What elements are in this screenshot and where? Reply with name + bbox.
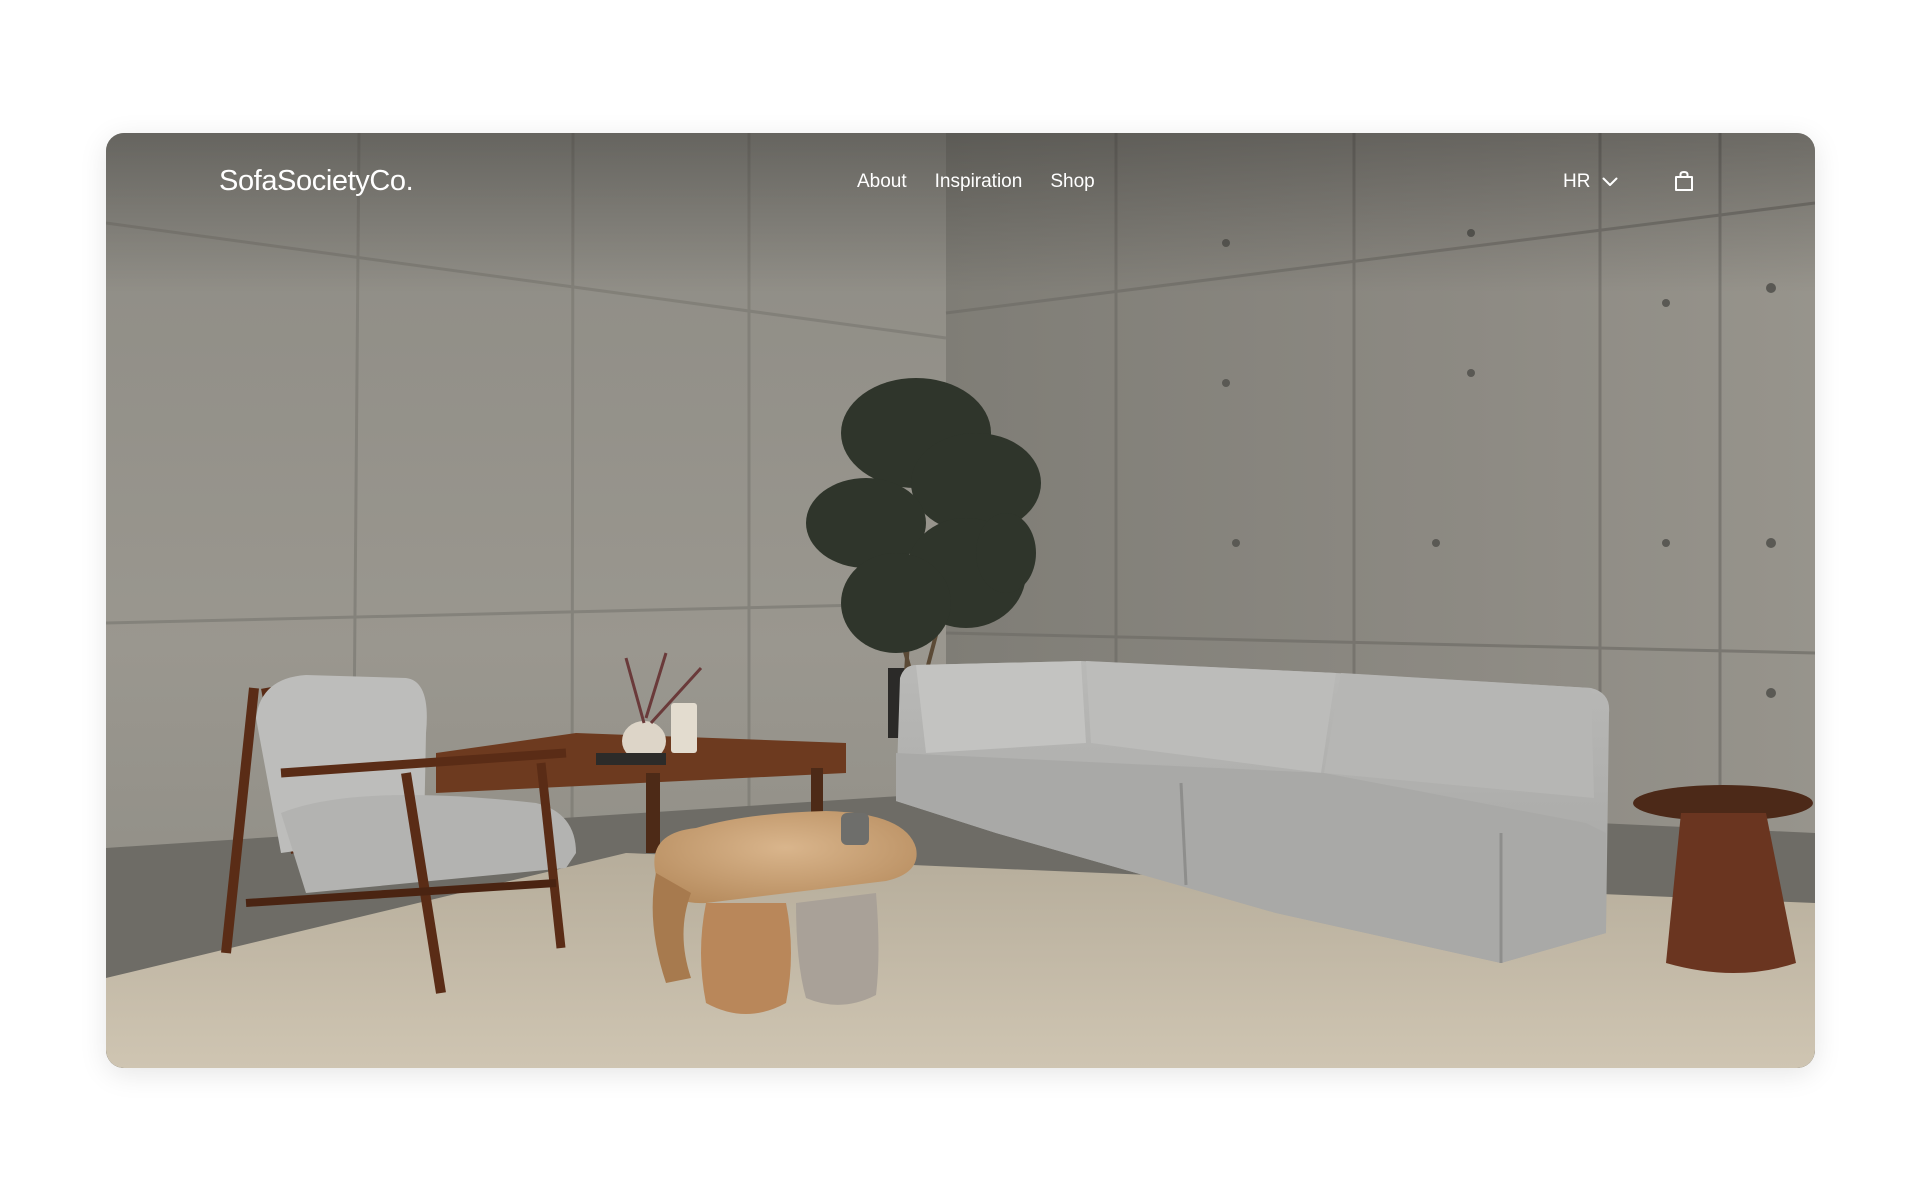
nav-link-shop[interactable]: Shop	[1050, 171, 1094, 193]
region-label: HR	[1563, 171, 1591, 192]
nav-link-about[interactable]: About	[857, 171, 907, 193]
cart-button[interactable]	[1672, 169, 1696, 193]
region-selector[interactable]: HR	[1563, 171, 1618, 193]
hero-image	[106, 133, 1815, 1068]
site-logo[interactable]: SofaSocietyCo.	[219, 165, 414, 198]
shopping-bag-icon	[1675, 170, 1693, 191]
hero-banner: SofaSocietyCo. About Inspiration Shop HR	[106, 133, 1815, 1068]
site-header: SofaSocietyCo. About Inspiration Shop HR	[106, 133, 1815, 233]
nav-link-inspiration[interactable]: Inspiration	[935, 171, 1023, 193]
page: SofaSocietyCo. About Inspiration Shop HR	[0, 0, 1920, 1200]
chevron-down-icon	[1602, 177, 1618, 186]
main-nav: About Inspiration Shop	[857, 171, 1123, 193]
